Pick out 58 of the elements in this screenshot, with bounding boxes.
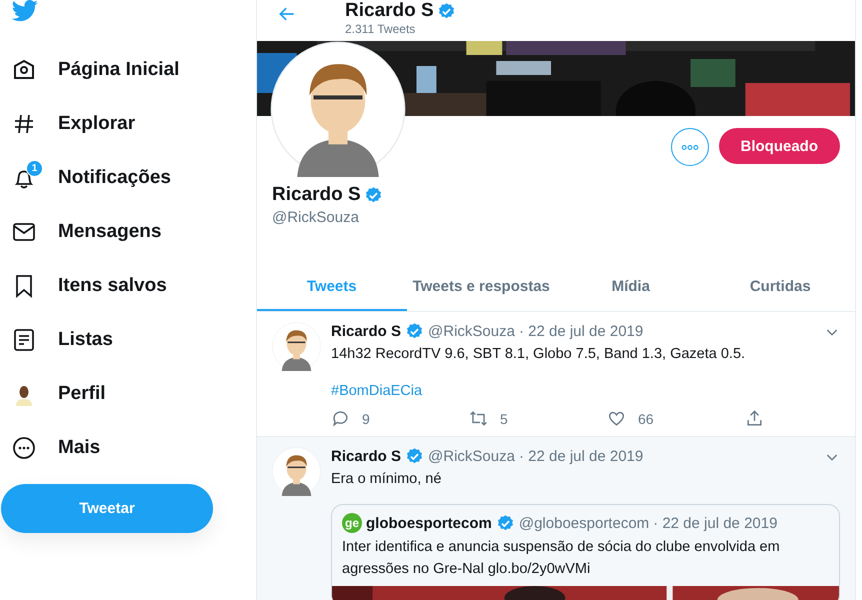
home-icon — [12, 58, 36, 82]
like-button[interactable]: 66 — [607, 409, 745, 428]
retweet-button[interactable]: 5 — [469, 409, 607, 428]
tweet-card[interactable] — [257, 437, 855, 600]
tweet-text: 14h32 RecordTV 9.6, SBT 8.1, Globo 7.5, Band 1.3, Gazeta 0.5. — [331, 345, 746, 364]
notification-badge: 1 — [26, 160, 43, 177]
mail-icon — [12, 220, 36, 244]
author-name: Ricardo S — [331, 448, 402, 465]
hashtag-icon — [12, 112, 36, 136]
header-title: Ricardo S — [345, 0, 434, 22]
share-icon[interactable] — [745, 409, 764, 428]
nav-label: Listas — [58, 329, 113, 351]
nav-label: Itens salvos — [58, 275, 167, 297]
tweet-date: · 22 de jul de 2019 — [518, 323, 644, 340]
reply-button[interactable]: 9 — [331, 409, 469, 428]
author-handle: @RickSouza — [428, 323, 515, 340]
avatar-icon — [272, 322, 321, 371]
like-count: 66 — [638, 410, 654, 426]
avatar-icon — [270, 41, 406, 177]
more-icon — [12, 436, 36, 460]
nav-item[interactable]: 1 Notificações — [0, 151, 256, 205]
nav-label: Página Inicial — [58, 59, 180, 81]
author-handle: @globoesportecom — [518, 514, 650, 532]
heart-icon — [607, 409, 626, 428]
tweet-date: · 22 de jul de 2019 — [653, 514, 778, 532]
nav-item[interactable]: Itens salvos — [0, 259, 256, 313]
nav-item[interactable]: Listas — [0, 313, 256, 367]
nav-item[interactable]: Perfil — [0, 367, 256, 421]
nav-label: Mais — [58, 437, 100, 459]
reply-count: 9 — [362, 410, 370, 426]
author-handle: @RickSouza — [428, 448, 515, 465]
author-name: Ricardo S — [331, 323, 402, 340]
nav-label: Explorar — [58, 113, 136, 135]
bird-logo-icon[interactable] — [11, 0, 39, 22]
profile-name: Ricardo S — [272, 184, 361, 206]
quoted-tweet[interactable]: ge globoesportecom @globoesportecom · 22 de jul de 2019 Inter identifica e anuncia suspensão de sócia do clube envolvida em agressões no Gre-Nal glo.bo/2y0wVMi — [331, 504, 840, 600]
nav-item[interactable]: Página Inicial — [0, 43, 256, 97]
nav-label: Perfil — [58, 383, 106, 405]
nav-item[interactable]: Mais — [0, 421, 256, 475]
more-icon — [680, 144, 700, 150]
profile-handle: @RickSouza — [272, 209, 360, 226]
tweet-text: Era o mínimo, né — [331, 470, 442, 489]
author-name: globoesportecom — [366, 514, 492, 532]
tweet-date: · 22 de jul de 2019 — [518, 448, 644, 465]
list-icon — [12, 328, 36, 352]
nav-label: Notificações — [58, 167, 171, 189]
nav-item[interactable]: Explorar — [0, 97, 256, 151]
logo-avatar: ge — [342, 513, 362, 533]
reply-icon — [331, 409, 350, 428]
nav-label: Mensagens — [58, 221, 162, 243]
nav-item[interactable]: Mensagens — [0, 205, 256, 259]
more-options-button[interactable] — [670, 128, 708, 166]
quoted-text: Inter identifica e anuncia suspensão de sócia do clube envolvida em agressões no Gre-Nal glo.bo/2y0wVMi — [341, 538, 781, 579]
retweet-count: 5 — [500, 410, 508, 426]
avatar-icon — [272, 447, 321, 496]
tweet-count: 2.311 Tweets — [345, 22, 416, 36]
blocked-button[interactable]: Bloqueado — [718, 128, 840, 164]
retweet-icon — [469, 409, 488, 428]
